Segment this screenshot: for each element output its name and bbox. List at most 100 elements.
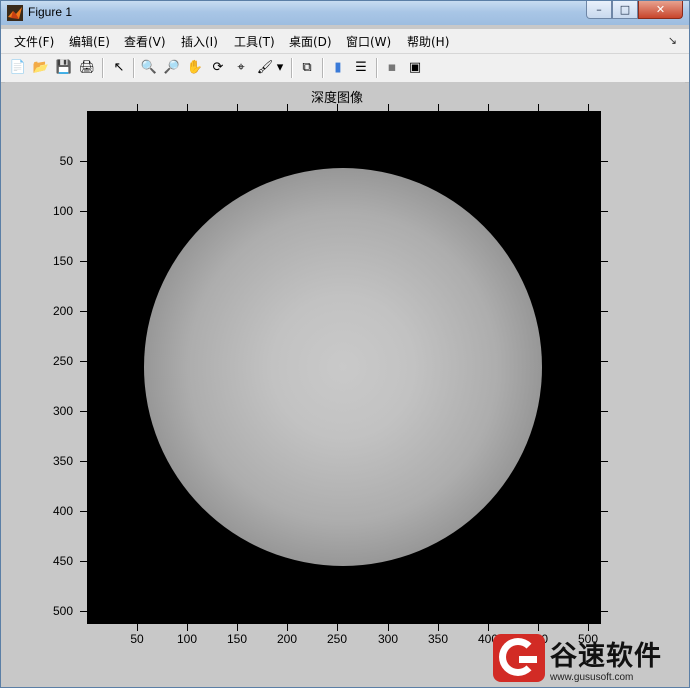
- watermark-url: www.gususoft.com: [550, 672, 634, 683]
- x-tick-mark-top: [337, 104, 338, 111]
- x-tick-label: 300: [377, 632, 399, 646]
- x-tick-mark: [337, 624, 338, 631]
- x-tick-label: 350: [427, 632, 449, 646]
- y-tick-mark: [80, 561, 87, 562]
- close-button[interactable]: ✕: [638, 1, 683, 19]
- menu-tools[interactable]: 工具(T): [234, 33, 275, 50]
- pan-icon[interactable]: ✋: [186, 59, 204, 77]
- x-tick-label: 150: [226, 632, 248, 646]
- open-file-icon[interactable]: 📂: [32, 59, 50, 77]
- image-axes[interactable]: [87, 111, 601, 624]
- y-tick-label: 500: [52, 604, 73, 618]
- y-tick-label: 100: [52, 204, 73, 218]
- dock-arrow-icon[interactable]: ↘: [668, 34, 677, 47]
- y-tick-mark-right: [601, 611, 608, 612]
- x-tick-mark: [388, 624, 389, 631]
- toolbar-separator: [291, 58, 293, 78]
- x-tick-mark: [237, 624, 238, 631]
- data-cursor-icon[interactable]: ⌖: [232, 59, 250, 77]
- x-tick-mark-top: [438, 104, 439, 111]
- y-tick-label: 250: [52, 354, 73, 368]
- rotate-3d-icon[interactable]: ⟳: [209, 59, 227, 77]
- x-tick-mark: [438, 624, 439, 631]
- watermark: 谷速软件 www.gususoft.com: [493, 628, 690, 688]
- menu-insert[interactable]: 插入(I): [181, 33, 218, 50]
- toolbar-separator: [376, 58, 378, 78]
- menu-file[interactable]: 文件(F): [14, 33, 54, 50]
- y-tick-mark: [80, 461, 87, 462]
- y-tick-label: 200: [52, 304, 73, 318]
- menu-desktop[interactable]: 桌面(D): [289, 33, 332, 50]
- y-tick-mark: [80, 161, 87, 162]
- y-tick-label: 150: [52, 254, 73, 268]
- x-tick-mark-top: [538, 104, 539, 111]
- y-tick-label: 400: [52, 504, 73, 518]
- x-tick-mark-top: [588, 104, 589, 111]
- menu-help[interactable]: 帮助(H): [407, 33, 449, 50]
- zoom-out-icon[interactable]: 🔎: [163, 59, 181, 77]
- x-tick-mark-top: [137, 104, 138, 111]
- y-tick-mark-right: [601, 161, 608, 162]
- x-tick-mark: [137, 624, 138, 631]
- watermark-text: 谷速软件: [550, 641, 662, 672]
- menu-bar: 文件(F) 编辑(E) 查看(V) 插入(I) 工具(T) 桌面(D) 窗口(W…: [1, 29, 689, 54]
- x-tick-label: 100: [176, 632, 198, 646]
- legend-icon[interactable]: ☰: [352, 59, 370, 77]
- x-tick-mark-top: [287, 104, 288, 111]
- y-tick-mark-right: [601, 311, 608, 312]
- figure-toolbar: 📄 📂 💾 🖨 ↖ 🔍 🔎 ✋ ⟳ ⌖ 🖌 ▾ ⧉ ▮ ☰ ▪ ▣: [1, 54, 689, 83]
- sphere-depth-image: [144, 168, 542, 566]
- menu-window[interactable]: 窗口(W): [346, 33, 391, 50]
- new-figure-icon[interactable]: 📄: [9, 59, 27, 77]
- y-tick-label: 450: [52, 554, 73, 568]
- zoom-in-icon[interactable]: 🔍: [140, 59, 158, 77]
- x-tick-label: 250: [326, 632, 348, 646]
- window-title: Figure 1: [28, 5, 73, 19]
- maximize-button[interactable]: □: [612, 1, 638, 19]
- x-tick-mark-top: [187, 104, 188, 111]
- y-tick-mark-right: [601, 261, 608, 262]
- y-tick-mark-right: [601, 361, 608, 362]
- y-tick-mark: [80, 261, 87, 262]
- x-tick-mark: [287, 624, 288, 631]
- toolbar-separator: [102, 58, 104, 78]
- x-tick-mark: [187, 624, 188, 631]
- y-tick-mark: [80, 211, 87, 212]
- edit-plot-icon[interactable]: ↖: [110, 59, 128, 77]
- print-icon[interactable]: 🖨: [78, 59, 96, 77]
- y-tick-label: 300: [52, 404, 73, 418]
- save-icon[interactable]: 💾: [55, 59, 73, 77]
- x-tick-mark-top: [488, 104, 489, 111]
- watermark-logo-icon: [493, 634, 545, 682]
- brush-dropdown-icon[interactable]: ▾: [275, 59, 285, 77]
- show-plot-tools-icon[interactable]: ▣: [406, 59, 424, 77]
- toolbar-separator: [133, 58, 135, 78]
- x-tick-mark-top: [237, 104, 238, 111]
- brush-icon[interactable]: 🖌: [256, 59, 274, 77]
- y-tick-mark: [80, 511, 87, 512]
- y-tick-label: 350: [52, 454, 73, 468]
- x-tick-label: 200: [276, 632, 298, 646]
- x-tick-mark: [488, 624, 489, 631]
- y-tick-mark: [80, 361, 87, 362]
- menu-view[interactable]: 查看(V): [124, 33, 166, 50]
- y-tick-mark: [80, 411, 87, 412]
- link-plot-icon[interactable]: ⧉: [298, 59, 316, 77]
- y-tick-mark-right: [601, 461, 608, 462]
- y-tick-mark-right: [601, 511, 608, 512]
- hide-plot-tools-icon[interactable]: ▪: [383, 59, 401, 77]
- menu-edit[interactable]: 编辑(E): [69, 33, 110, 50]
- title-bar[interactable]: Figure 1 – □ ✕: [1, 1, 689, 25]
- matlab-logo-icon: [7, 5, 23, 21]
- y-tick-mark-right: [601, 561, 608, 562]
- y-tick-mark-right: [601, 211, 608, 212]
- colorbar-icon[interactable]: ▮: [329, 59, 347, 77]
- y-tick-mark: [80, 311, 87, 312]
- x-tick-mark-top: [388, 104, 389, 111]
- minimize-button[interactable]: –: [586, 1, 612, 19]
- y-tick-label: 50: [59, 154, 73, 168]
- x-tick-label: 50: [130, 632, 144, 646]
- y-tick-mark: [80, 611, 87, 612]
- y-tick-mark-right: [601, 411, 608, 412]
- toolbar-separator: [322, 58, 324, 78]
